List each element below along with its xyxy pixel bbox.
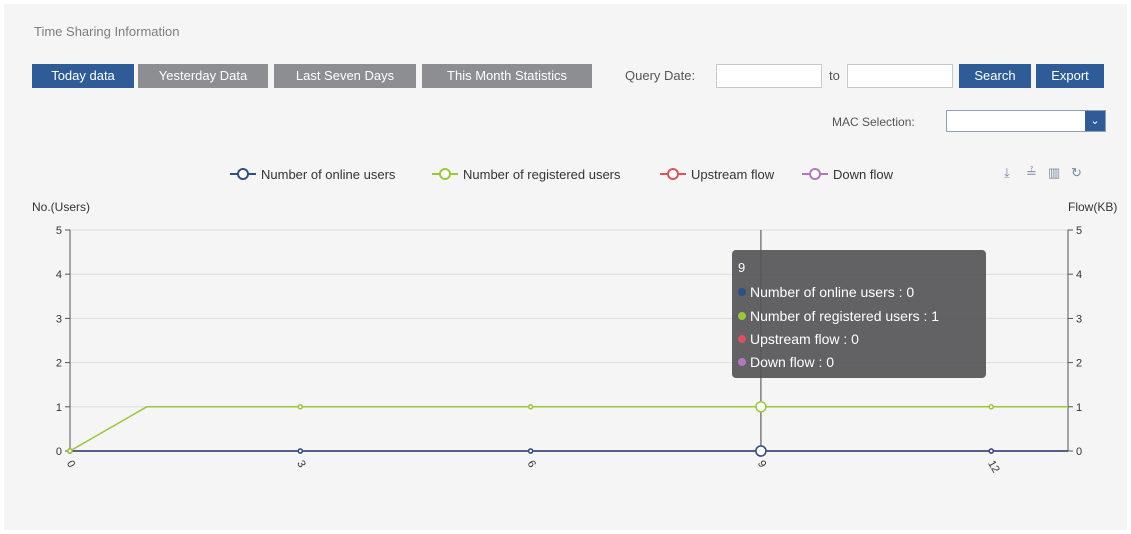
y-tick-label-right: 4 bbox=[1076, 269, 1082, 281]
tooltip-dot bbox=[738, 288, 746, 296]
tooltip-row-down: Down flow : 0 bbox=[738, 354, 834, 370]
y-tick-label: 3 bbox=[56, 313, 62, 325]
tooltip-dot bbox=[738, 312, 746, 320]
tooltip-dot bbox=[738, 335, 746, 343]
tooltip-label: Upstream flow : 0 bbox=[750, 331, 859, 347]
data-point bbox=[297, 404, 304, 410]
y-tick-label-right: 5 bbox=[1076, 225, 1082, 237]
data-point bbox=[755, 445, 767, 457]
chart-tooltip: 9 Number of online users : 0 Number of r… bbox=[732, 250, 986, 378]
x-tick-label: 3 bbox=[294, 459, 307, 470]
data-point bbox=[988, 404, 994, 410]
data-point bbox=[988, 448, 994, 454]
tooltip-label: Number of registered users : 1 bbox=[750, 308, 940, 324]
y-tick-label: 1 bbox=[56, 402, 62, 414]
data-point bbox=[297, 448, 304, 454]
data-point bbox=[527, 404, 534, 410]
data-point bbox=[755, 401, 767, 413]
tooltip-label: Down flow : 0 bbox=[750, 354, 835, 370]
y-tick-label: 2 bbox=[56, 358, 62, 370]
y-tick-label: 0 bbox=[56, 446, 62, 458]
tooltip-row-registered: Number of registered users : 1 bbox=[738, 308, 939, 324]
y-tick-label: 4 bbox=[56, 269, 62, 281]
y-tick-label: 5 bbox=[56, 225, 62, 237]
y-tick-label-right: 0 bbox=[1076, 446, 1082, 458]
y-tick-label-right: 2 bbox=[1076, 358, 1082, 370]
tooltip-row-upstream: Upstream flow : 0 bbox=[738, 331, 859, 347]
series-line bbox=[69, 406, 1068, 452]
x-tick-label: 12 bbox=[985, 459, 1002, 476]
data-point bbox=[67, 448, 73, 454]
tooltip-row-online: Number of online users : 0 bbox=[738, 284, 914, 300]
tooltip-dot bbox=[738, 358, 746, 366]
tooltip-x-value: 9 bbox=[738, 260, 746, 275]
x-tick-label: 6 bbox=[525, 459, 538, 470]
data-point bbox=[527, 448, 534, 454]
y-tick-label-right: 3 bbox=[1076, 313, 1082, 325]
x-tick-label: 9 bbox=[755, 459, 768, 470]
y-tick-label-right: 1 bbox=[1076, 402, 1082, 414]
x-tick-label: 0 bbox=[64, 459, 77, 470]
tooltip-label: Number of online users : 0 bbox=[750, 284, 915, 300]
